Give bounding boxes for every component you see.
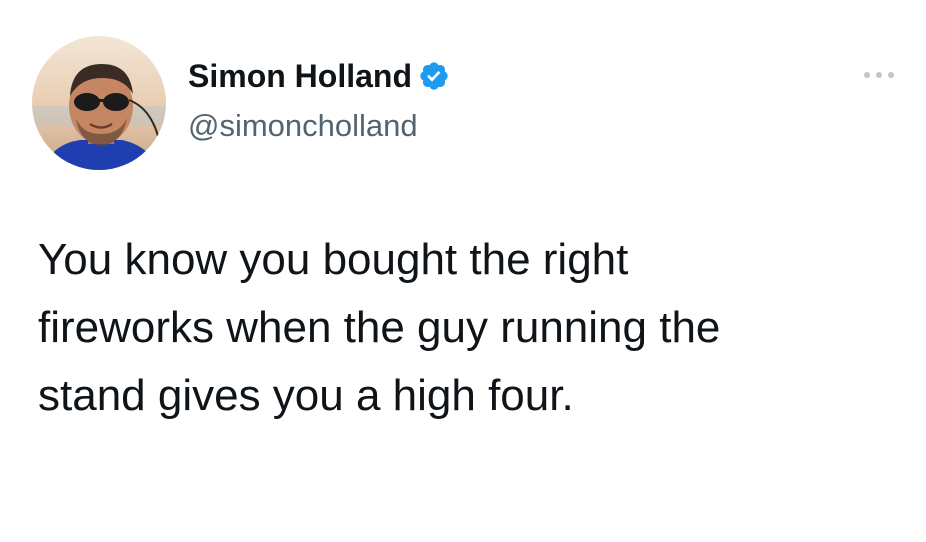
author-info: Simon Holland @simoncholland <box>188 56 450 146</box>
tweet-card: Simon Holland @simoncholland You know yo… <box>0 0 926 542</box>
tweet-text-line: fireworks when the guy running the <box>38 303 721 352</box>
more-options-icon[interactable] <box>864 68 894 82</box>
author-name-row: Simon Holland <box>188 56 450 96</box>
tweet-text-line: You know you bought the right <box>38 235 629 284</box>
avatar-photo-icon <box>32 36 166 170</box>
more-dot <box>876 72 882 78</box>
author-avatar[interactable] <box>32 36 166 170</box>
verified-badge-icon <box>418 60 450 92</box>
author-handle[interactable]: @simoncholland <box>188 106 450 146</box>
author-display-name[interactable]: Simon Holland <box>188 56 412 96</box>
tweet-text: You know you bought the right fireworks w… <box>38 226 898 430</box>
more-dot <box>864 72 870 78</box>
more-dot <box>888 72 894 78</box>
tweet-text-line: stand gives you a high four. <box>38 371 574 420</box>
